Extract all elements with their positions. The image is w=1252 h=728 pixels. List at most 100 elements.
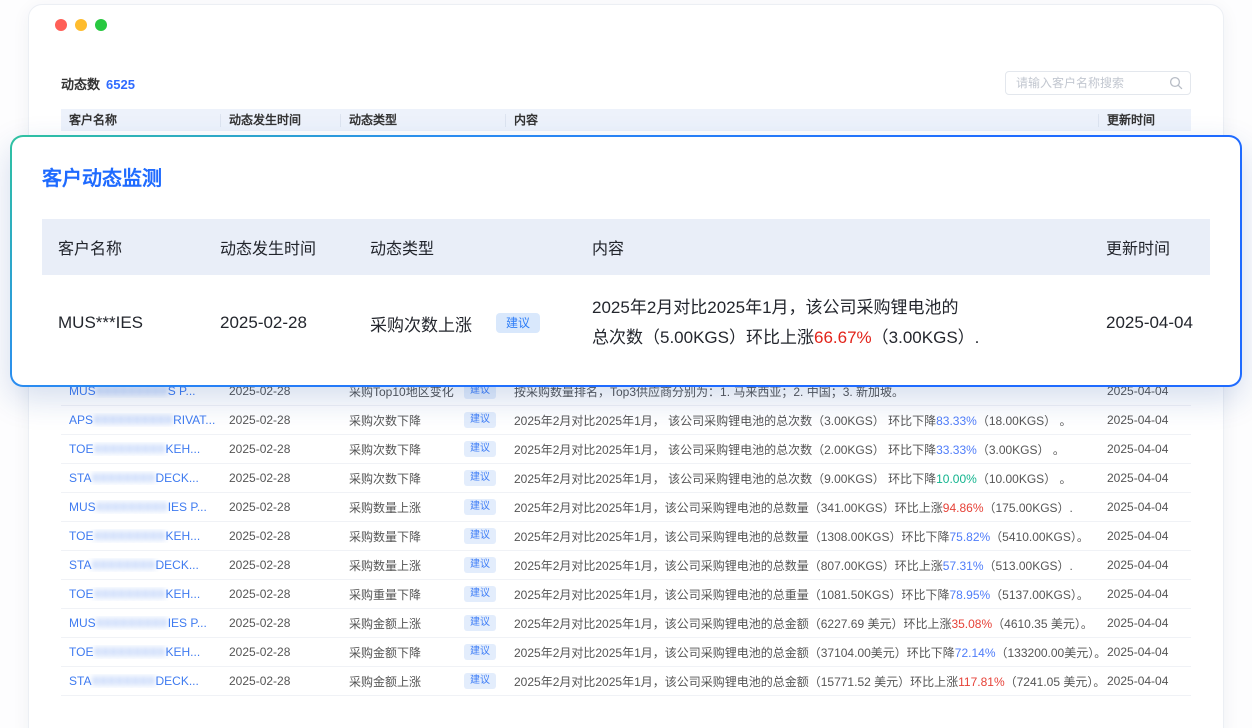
customer-name-suffix: KEH... (166, 587, 201, 601)
col-event-date: 动态发生时间 (202, 235, 352, 259)
content-cell: 2025年2月对比2025年1月，该公司采购锂电池的总数量（341.00KGS）… (506, 499, 1099, 516)
customer-name-prefix: TOE (69, 442, 93, 456)
suggestion-badge: 建议 (464, 441, 496, 457)
update-date: 2025-04-04 (1099, 442, 1191, 456)
content-cell: 2025年2月对比2025年1月， 该公司采购锂电池的总次数（2.00KGS） … (506, 441, 1099, 458)
content-percent: 83.33% (936, 414, 977, 428)
event-type: 采购数量下降 (349, 528, 421, 545)
customer-name-prefix: TOE (69, 645, 93, 659)
content-percent: 66.67% (814, 328, 872, 347)
customer-name-suffix: KEH... (166, 529, 201, 543)
event-type: 采购数量上涨 (349, 499, 421, 516)
content-cell: 2025年2月对比2025年1月， 该公司采购锂电池的总次数（9.00KGS） … (506, 470, 1099, 487)
customer-name-suffix: IES P... (168, 616, 207, 630)
customer-name-link[interactable]: APSXXXXXXXXXXRIVAT... (61, 413, 221, 427)
customer-name-masked: XXXXXXXXX (93, 442, 165, 456)
customer-name-link[interactable]: MUSXXXXXXXXXIES P... (61, 500, 221, 514)
close-window-icon[interactable] (55, 19, 67, 31)
suggestion-badge: 建议 (464, 673, 496, 689)
suggestion-badge: 建议 (464, 528, 496, 544)
dynamics-count-label: 动态数 (61, 77, 100, 92)
customer-name-prefix: MUS (69, 616, 96, 630)
suggestion-badge: 建议 (464, 412, 496, 428)
event-date: 2025-02-28 (221, 471, 341, 485)
content-pre: 2025年2月对比2025年1月，该公司采购锂电池的总金额（37104.00美元… (514, 646, 955, 660)
customer-name-masked: XXXXXXXXXX (93, 413, 173, 427)
table-body: MUSXXXXXXXXXS P... 2025-02-28 采购Top10地区变… (61, 377, 1191, 696)
event-type-cell: 采购金额上涨 建议 (341, 673, 506, 690)
customer-name-prefix: APS (69, 413, 93, 427)
event-type-cell: 采购次数下降 建议 (341, 412, 506, 429)
content-line1: 2025年2月对比2025年1月，该公司采购锂电池的 (592, 293, 1080, 323)
customer-name-link[interactable]: STAXXXXXXXXDECK... (61, 471, 221, 485)
update-date: 2025-04-04 (1099, 587, 1191, 601)
table-row[interactable]: TOEXXXXXXXXXKEH... 2025-02-28 采购次数下降 建议 … (61, 435, 1191, 464)
event-type-cell: 采购数量上涨 建议 (341, 499, 506, 516)
customer-name-suffix: DECK... (155, 471, 198, 485)
customer-name-link[interactable]: STAXXXXXXXXDECK... (61, 558, 221, 572)
content-pre: 2025年2月对比2025年1月，该公司采购锂电池的总重量（1081.50KGS… (514, 588, 949, 602)
update-date: 2025-04-04 (1099, 645, 1191, 659)
col-event-date: 动态发生时间 (221, 114, 341, 127)
content-percent: 78.95% (949, 588, 990, 602)
update-date: 2025-04-04 (1099, 674, 1191, 688)
customer-name-prefix: STA (69, 674, 91, 688)
content-post: （175.00KGS）. (984, 501, 1073, 515)
event-type-cell: 采购金额下降 建议 (341, 644, 506, 661)
table-row[interactable]: APSXXXXXXXXXXRIVAT... 2025-02-28 采购次数下降 … (61, 406, 1191, 435)
customer-name-masked: XXXXXXXXX (93, 587, 165, 601)
customer-name-link[interactable]: TOEXXXXXXXXXKEH... (61, 587, 221, 601)
col-customer-name: 客户名称 (61, 114, 221, 127)
customer-name-suffix: KEH... (166, 442, 201, 456)
event-type-cell: 采购次数下降 建议 (341, 470, 506, 487)
content-pre: 2025年2月对比2025年1月，该公司采购锂电池的总数量（341.00KGS）… (514, 501, 943, 515)
customer-name-link[interactable]: TOEXXXXXXXXXKEH... (61, 645, 221, 659)
suggestion-badge: 建议 (464, 615, 496, 631)
maximize-window-icon[interactable] (95, 19, 107, 31)
content-cell: 2025年2月对比2025年1月，该公司采购锂电池的总数量（1308.00KGS… (506, 528, 1099, 545)
suggestion-badge: 建议 (464, 586, 496, 602)
customer-name-suffix: IES P... (168, 500, 207, 514)
content-post: （4610.35 美元）。 (992, 617, 1093, 631)
content-post: （513.00KGS）. (984, 559, 1073, 573)
content-pre: 2025年2月对比2025年1月， 该公司采购锂电池的总次数（3.00KGS） … (514, 414, 936, 428)
content-line2: 总次数（5.00KGS）环比上涨66.67%（3.00KGS）. (592, 323, 1080, 353)
customer-name-link[interactable]: MUSXXXXXXXXXIES P... (61, 616, 221, 630)
window-controls (29, 5, 1223, 31)
search-icon[interactable] (1169, 76, 1183, 90)
content-percent: 94.86% (943, 501, 984, 515)
col-event-type: 动态类型 (341, 114, 506, 127)
customer-name-masked: XXXXXXXX (91, 674, 155, 688)
table-row[interactable]: MUSXXXXXXXXXIES P... 2025-02-28 采购数量上涨 建… (61, 493, 1191, 522)
event-date: 2025-02-28 (221, 645, 341, 659)
update-date: 2025-04-04 (1099, 500, 1191, 514)
search-input[interactable] (1005, 71, 1191, 95)
customer-name-link[interactable]: STAXXXXXXXXDECK... (61, 674, 221, 688)
table-row[interactable]: TOEXXXXXXXXXKEH... 2025-02-28 采购重量下降 建议 … (61, 580, 1191, 609)
content-percent: 35.08% (951, 617, 992, 631)
customer-name-link[interactable]: TOEXXXXXXXXXKEH... (61, 529, 221, 543)
table-row[interactable]: STAXXXXXXXXDECK... 2025-02-28 采购数量上涨 建议 … (61, 551, 1191, 580)
table-row[interactable]: STAXXXXXXXXDECK... 2025-02-28 采购次数下降 建议 … (61, 464, 1191, 493)
event-type: 采购次数下降 (349, 412, 421, 429)
customer-name-masked: XXXXXXXXX (93, 529, 165, 543)
zoom-table-row[interactable]: MUS***IES 2025-02-28 采购次数上涨 建议 2025年2月对比… (42, 275, 1210, 371)
content-post: （7241.05 美元）。 (1005, 675, 1099, 689)
dynamics-zoom-card: 客户动态监测 客户名称 动态发生时间 动态类型 内容 更新时间 MUS***IE… (10, 135, 1242, 387)
table-row[interactable]: TOEXXXXXXXXXKEH... 2025-02-28 采购金额下降 建议 … (61, 638, 1191, 667)
update-date: 2025-04-04 (1080, 313, 1210, 333)
customer-name-prefix: TOE (69, 529, 93, 543)
event-type-cell: 采购金额上涨 建议 (341, 615, 506, 632)
table-row[interactable]: TOEXXXXXXXXXKEH... 2025-02-28 采购数量下降 建议 … (61, 522, 1191, 551)
minimize-window-icon[interactable] (75, 19, 87, 31)
table-row[interactable]: STAXXXXXXXXDECK... 2025-02-28 采购金额上涨 建议 … (61, 667, 1191, 696)
table-row[interactable]: MUSXXXXXXXXXIES P... 2025-02-28 采购金额上涨 建… (61, 609, 1191, 638)
col-update-date: 更新时间 (1099, 114, 1191, 127)
zoom-table-header: 客户名称 动态发生时间 动态类型 内容 更新时间 (42, 219, 1210, 275)
customer-name-link[interactable]: TOEXXXXXXXXXKEH... (61, 442, 221, 456)
suggestion-badge: 建议 (496, 313, 540, 333)
content-pre: 总次数（5.00KGS）环比上涨 (592, 328, 814, 347)
content-pre: 2025年2月对比2025年1月，该公司采购锂电池的总数量（807.00KGS）… (514, 559, 943, 573)
col-content: 内容 (574, 235, 1080, 259)
event-date: 2025-02-28 (221, 529, 341, 543)
